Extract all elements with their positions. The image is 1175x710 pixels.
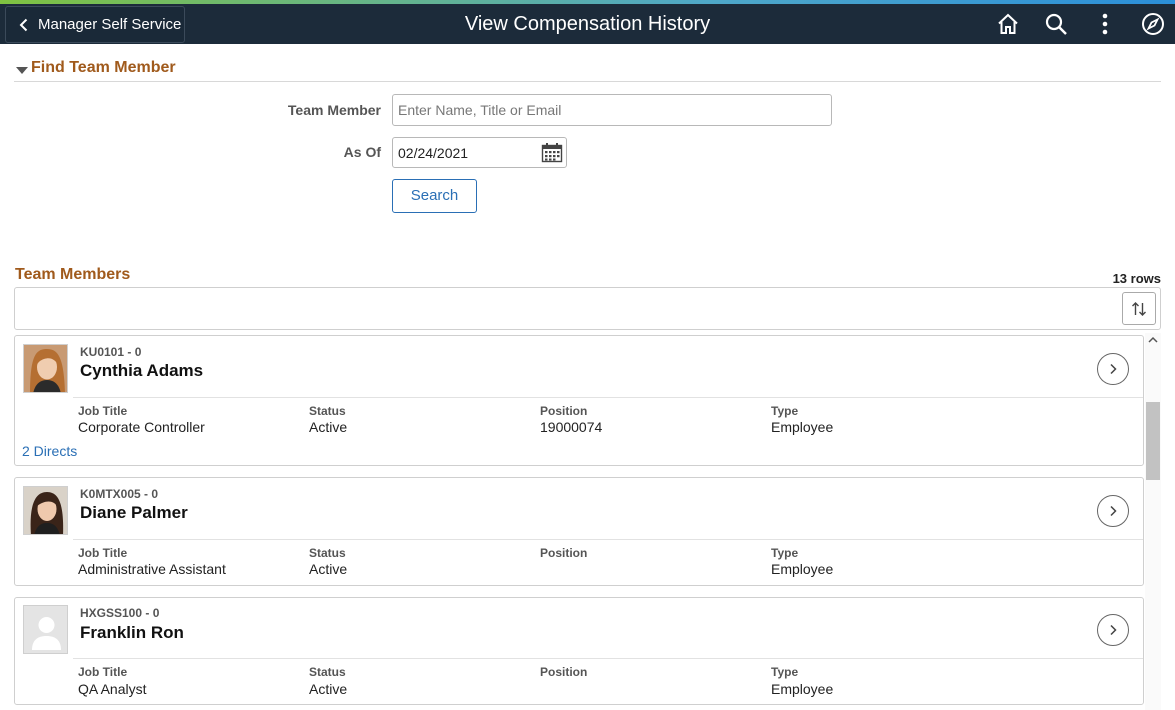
find-team-member-title[interactable]: Find Team Member bbox=[31, 59, 176, 77]
sort-button[interactable] bbox=[1122, 292, 1156, 325]
collapse-triangle-icon[interactable] bbox=[16, 67, 28, 74]
team-member-card[interactable]: K0MTX005 - 0 Diane Palmer Job Title Admi… bbox=[14, 477, 1144, 586]
type-label: Type bbox=[771, 546, 799, 560]
card-divider bbox=[73, 658, 1143, 659]
position-label: Position bbox=[540, 546, 588, 560]
job-title-value: Corporate Controller bbox=[78, 419, 205, 435]
top-banner: View Compensation History Manager Self S… bbox=[0, 4, 1175, 44]
status-value: Active bbox=[309, 419, 348, 435]
job-title-value: QA Analyst bbox=[78, 681, 147, 697]
search-icon[interactable] bbox=[1043, 11, 1069, 37]
team-members-title: Team Members bbox=[15, 266, 131, 283]
status-label: Status bbox=[309, 404, 346, 418]
back-button[interactable]: Manager Self Service bbox=[5, 6, 185, 43]
scroll-up-arrow-icon[interactable] bbox=[1145, 333, 1161, 347]
employee-id: KU0101 - 0 bbox=[80, 345, 142, 359]
status-value: Active bbox=[309, 681, 348, 697]
card-divider bbox=[73, 539, 1143, 540]
employee-name: Franklin Ron bbox=[80, 623, 184, 642]
scrollbar-thumb[interactable] bbox=[1146, 402, 1160, 480]
employee-id: K0MTX005 - 0 bbox=[80, 487, 159, 501]
team-member-card[interactable]: KU0101 - 0 Cynthia Adams Job Title Corpo… bbox=[14, 335, 1144, 466]
position-label: Position bbox=[540, 665, 588, 679]
sort-icon bbox=[1132, 301, 1146, 316]
list-toolbar bbox=[14, 287, 1161, 330]
navbar-compass-icon[interactable] bbox=[1140, 11, 1166, 37]
open-member-button[interactable] bbox=[1097, 353, 1129, 385]
chevron-left-icon bbox=[19, 18, 28, 31]
team-member-input[interactable] bbox=[392, 94, 832, 126]
back-button-label: Manager Self Service bbox=[38, 16, 182, 33]
position-value: 19000074 bbox=[540, 419, 603, 435]
job-title-label: Job Title bbox=[78, 404, 128, 418]
employee-name: Diane Palmer bbox=[80, 503, 188, 522]
directs-link[interactable]: 2 Directs bbox=[22, 443, 77, 459]
person-placeholder-icon bbox=[24, 606, 67, 653]
type-label: Type bbox=[771, 404, 799, 418]
avatar bbox=[23, 486, 68, 535]
type-value: Employee bbox=[771, 681, 834, 697]
job-title-value: Administrative Assistant bbox=[78, 561, 226, 577]
list-scrollbar[interactable] bbox=[1145, 333, 1161, 710]
home-icon[interactable] bbox=[995, 11, 1021, 37]
team-member-card[interactable]: HXGSS100 - 0 Franklin Ron Job Title QA A… bbox=[14, 597, 1144, 705]
as-of-date-value: 02/24/2021 bbox=[398, 145, 469, 161]
as-of-date-field[interactable]: 02/24/2021 bbox=[392, 137, 567, 168]
calendar-icon[interactable] bbox=[541, 142, 563, 164]
avatar bbox=[23, 344, 68, 393]
status-value: Active bbox=[309, 561, 348, 577]
status-label: Status bbox=[309, 546, 346, 560]
find-team-member-section[interactable]: Find Team Member bbox=[14, 58, 1161, 82]
chevron-right-icon bbox=[1110, 363, 1117, 375]
as-of-label: As Of bbox=[343, 144, 381, 160]
open-member-button[interactable] bbox=[1097, 614, 1129, 646]
more-vertical-icon[interactable] bbox=[1092, 11, 1118, 37]
job-title-label: Job Title bbox=[78, 546, 128, 560]
job-title-label: Job Title bbox=[78, 665, 128, 679]
search-button[interactable]: Search bbox=[392, 179, 477, 213]
chevron-right-icon bbox=[1110, 624, 1117, 636]
team-member-label: Team Member bbox=[287, 102, 381, 118]
type-label: Type bbox=[771, 665, 799, 679]
employee-id: HXGSS100 - 0 bbox=[80, 606, 160, 620]
open-member-button[interactable] bbox=[1097, 495, 1129, 527]
status-label: Status bbox=[309, 665, 346, 679]
card-divider bbox=[73, 397, 1143, 398]
chevron-right-icon bbox=[1110, 505, 1117, 517]
employee-name: Cynthia Adams bbox=[80, 361, 204, 380]
row-count: 13 rows bbox=[1112, 271, 1161, 286]
type-value: Employee bbox=[771, 561, 834, 577]
avatar bbox=[23, 605, 68, 654]
position-label: Position bbox=[540, 404, 588, 418]
type-value: Employee bbox=[771, 419, 834, 435]
